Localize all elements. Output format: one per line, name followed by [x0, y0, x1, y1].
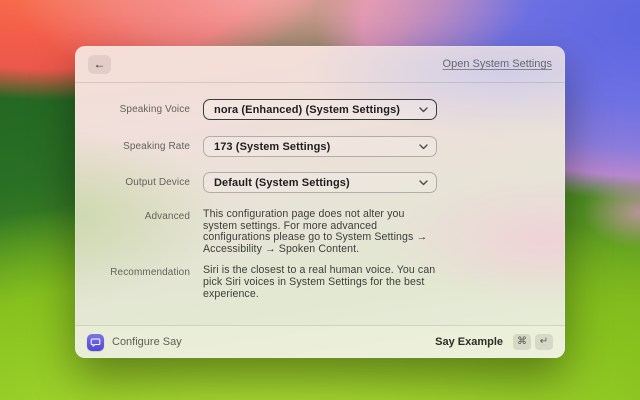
form-row-output-device: Output Device Default (System Settings)	[75, 172, 565, 193]
speaking-rate-dropdown[interactable]: 173 (System Settings)	[203, 136, 437, 157]
output-device-dropdown[interactable]: Default (System Settings)	[203, 172, 437, 193]
back-button[interactable]: ←	[88, 55, 111, 74]
app-name: Configure Say	[112, 336, 182, 348]
speaking-voice-dropdown[interactable]: nora (Enhanced) (System Settings)	[203, 99, 437, 120]
form-row-speaking-voice: Speaking Voice nora (Enhanced) (System S…	[75, 99, 565, 120]
say-example-label: Say Example	[435, 336, 503, 348]
advanced-description: This configuration page does not alter y…	[203, 209, 439, 255]
chevron-down-icon	[419, 107, 428, 113]
speaking-voice-label: Speaking Voice	[75, 104, 190, 115]
say-example-button[interactable]: Say Example ⌘ ↵	[435, 334, 553, 350]
window-header: ← Open System Settings	[75, 46, 565, 83]
output-device-value: Default (System Settings)	[214, 177, 350, 189]
configure-say-window: ← Open System Settings Speaking Voice no…	[75, 46, 565, 358]
advanced-label: Advanced	[75, 209, 190, 222]
speech-bubble-icon	[87, 334, 104, 351]
output-device-label: Output Device	[75, 177, 190, 188]
return-key-icon: ↵	[535, 334, 553, 350]
window-footer: Configure Say Say Example ⌘ ↵	[75, 325, 565, 358]
back-arrow-icon: ←	[94, 58, 106, 70]
form-row-advanced: Advanced This configuration page does no…	[75, 209, 565, 255]
recommendation-label: Recommendation	[75, 265, 190, 278]
form-row-speaking-rate: Speaking Rate 173 (System Settings)	[75, 136, 565, 157]
command-key-icon: ⌘	[513, 334, 531, 350]
form-content: Speaking Voice nora (Enhanced) (System S…	[75, 83, 565, 300]
form-row-recommendation: Recommendation Siri is the closest to a …	[75, 265, 565, 300]
chevron-down-icon	[419, 180, 428, 186]
open-system-settings-link[interactable]: Open System Settings	[443, 58, 552, 70]
speaking-rate-value: 173 (System Settings)	[214, 141, 330, 153]
speaking-voice-value: nora (Enhanced) (System Settings)	[214, 104, 400, 116]
chevron-down-icon	[419, 144, 428, 150]
speaking-rate-label: Speaking Rate	[75, 141, 190, 152]
recommendation-description: Siri is the closest to a real human voic…	[203, 265, 439, 300]
